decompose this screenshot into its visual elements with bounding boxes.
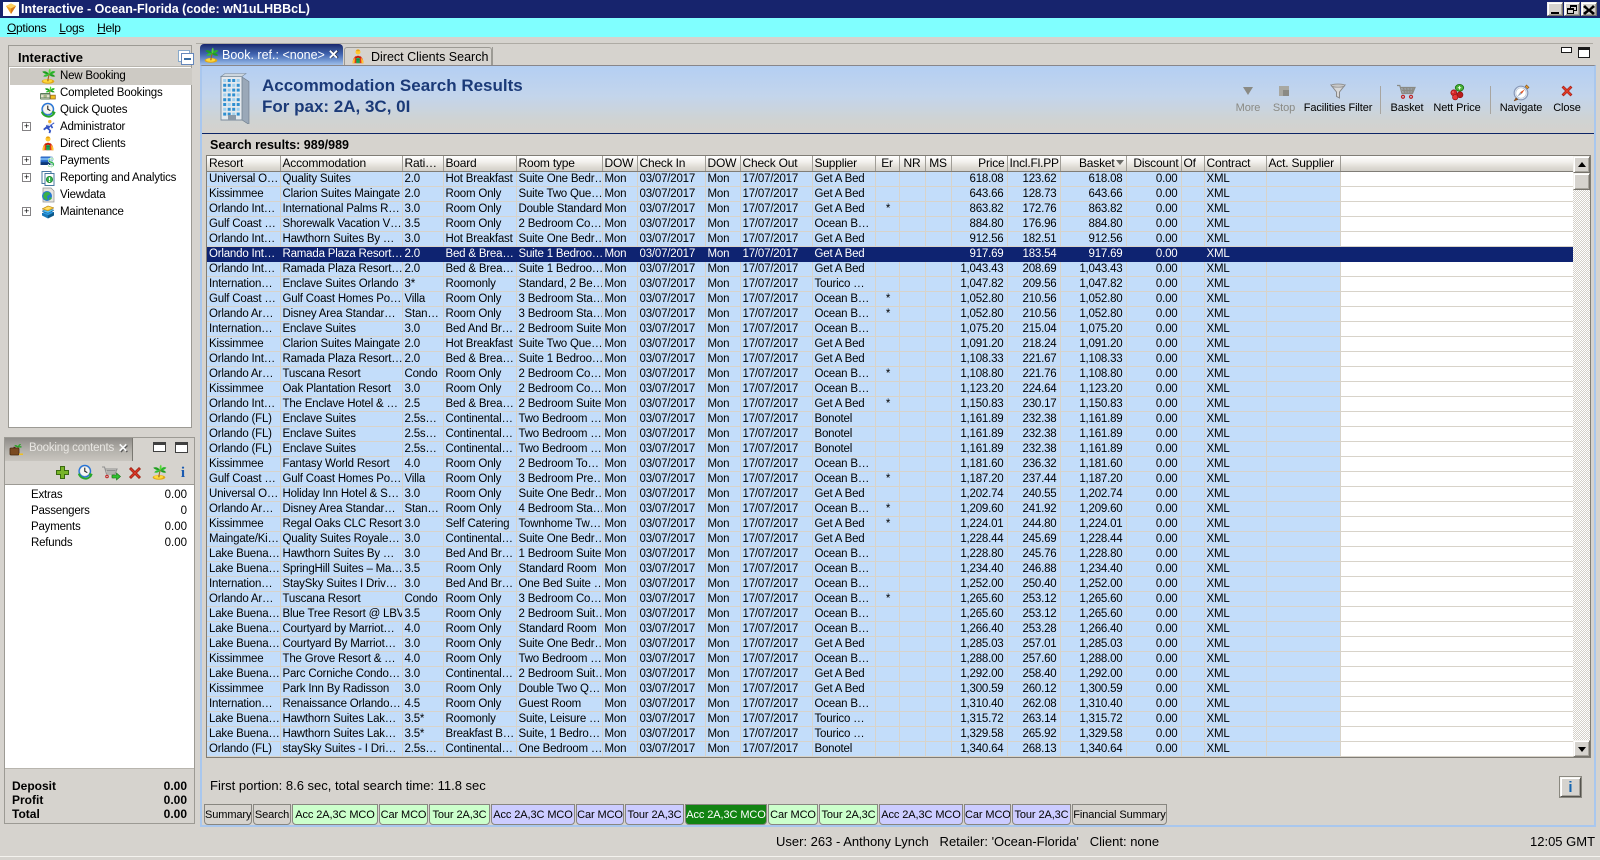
svg-text:i: i: [181, 465, 185, 480]
svg-text:$: $: [48, 156, 55, 169]
